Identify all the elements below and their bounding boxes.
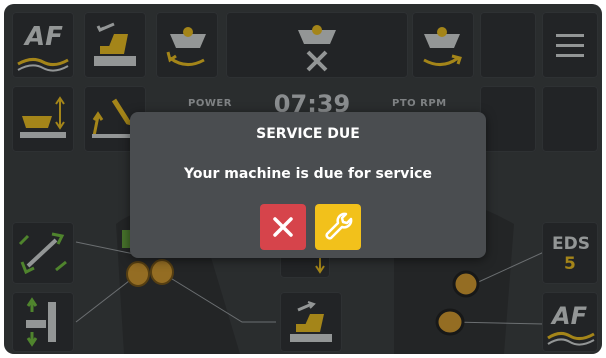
- dismiss-button[interactable]: [260, 204, 306, 250]
- dialog-message: Your machine is due for service: [184, 166, 432, 182]
- tractor-display: AF POWER 07:39 PTO RPM EDS 5 AF SERVICE …: [4, 4, 602, 354]
- close-icon: [273, 217, 293, 237]
- dialog-title: SERVICE DUE: [256, 126, 360, 142]
- wrench-icon: [325, 212, 353, 240]
- service-due-dialog: SERVICE DUE Your machine is due for serv…: [130, 112, 486, 258]
- service-button[interactable]: [315, 204, 361, 250]
